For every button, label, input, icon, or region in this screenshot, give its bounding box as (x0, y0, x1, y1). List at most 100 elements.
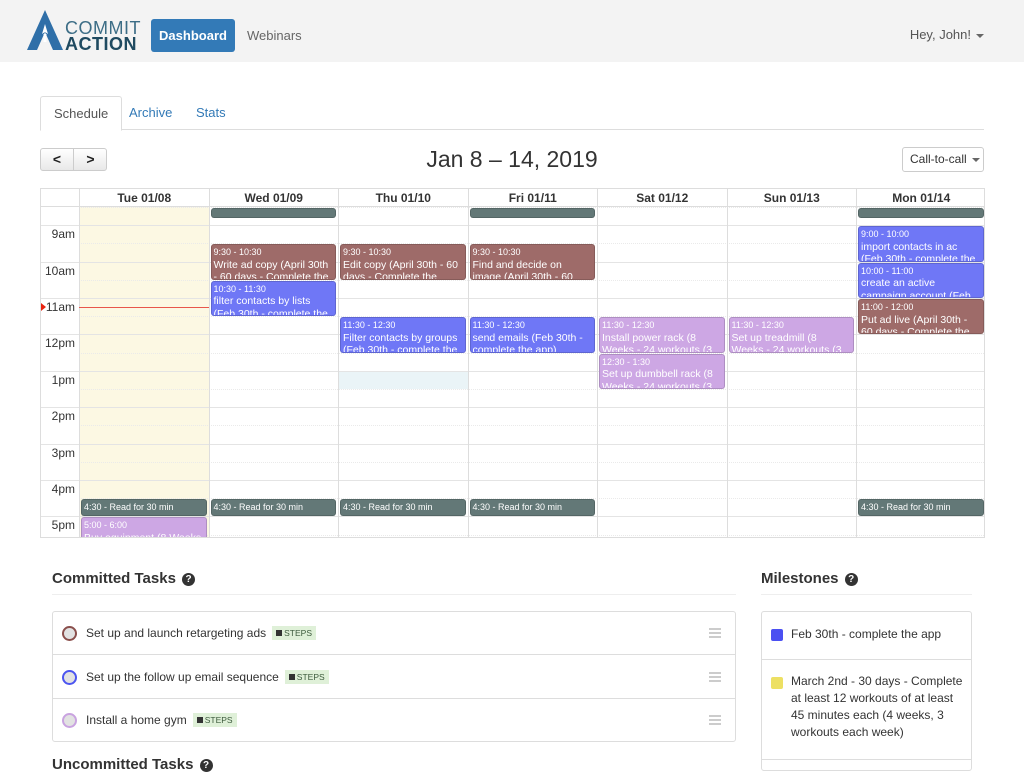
tab-schedule[interactable]: Schedule (40, 96, 123, 131)
nav-webinars[interactable]: Webinars (247, 28, 302, 43)
calendar-body[interactable]: 9am 10am 11am 12pm 1pm 2pm 3pm 4pm 5pm 9:30 - 10:… (41, 207, 984, 537)
calendar-event[interactable]: 11:30 - 12:30 Filter contacts by groups (… (340, 317, 466, 353)
steps-badge[interactable]: STEPS (284, 669, 329, 684)
divider (761, 594, 972, 595)
grid-line (79, 461, 984, 463)
calendar-event[interactable]: 11:30 - 12:30 Set up treadmill (8 Weeks -… (728, 317, 854, 353)
day-header[interactable]: Sat 01/12 (597, 189, 727, 207)
committed-tasks-title: Committed Tasks (52, 570, 176, 587)
event-title: filter contacts by lists (Feb 30th - com… (213, 295, 328, 317)
milestone-label: Feb 30th - complete the app (791, 627, 942, 641)
committed-tasks-heading: Committed Tasks ? (52, 570, 196, 587)
event-time: 11:30 - 12:30 (731, 320, 784, 331)
day-header[interactable]: Fri 01/11 (467, 189, 598, 207)
tabs: Schedule Archive Stats (40, 96, 984, 131)
note-icon (288, 673, 295, 680)
day-header[interactable]: Sun 01/13 (726, 189, 857, 207)
calendar-event[interactable] (469, 208, 595, 218)
help-icon[interactable]: ? (182, 573, 196, 586)
task-title: Install a home gym (86, 713, 187, 727)
grid-line (41, 225, 984, 227)
milestones-title: Milestones (761, 570, 839, 587)
calendar-event[interactable] (858, 208, 984, 218)
grid-line (41, 298, 984, 299)
event-title: Write ad copy (April 30th - 60 days - Co… (213, 258, 329, 280)
column-divider (467, 207, 469, 537)
calendar-day-headers: Tue 01/08 Wed 01/09 Thu 01/10 Fri 01/11 Sat … (41, 189, 984, 207)
task-title: Set up the follow up email sequence (86, 669, 279, 684)
calendar-event[interactable]: 10:30 - 11:30 filter contacts by lists (F… (210, 280, 336, 317)
help-icon[interactable]: ? (844, 573, 858, 586)
tab-archive[interactable]: Archive (116, 96, 185, 130)
nav-dashboard[interactable]: Dashboard (151, 19, 235, 52)
calendar-event[interactable]: 9:30 - 10:30 Write ad copy (April 30th - … (210, 244, 336, 280)
calendar-event[interactable]: 11:00 - 12:00 Put ad live (April 30th - 6… (858, 299, 984, 335)
calendar-event[interactable] (210, 208, 336, 218)
task-row[interactable]: Install a home gym STEPS (53, 699, 735, 742)
milestone-item[interactable]: March 2nd - 30 days - Complete at least … (762, 660, 971, 760)
column-divider (856, 207, 857, 537)
calendar-event[interactable]: 4:30 - Read for 30 min (210, 499, 336, 517)
milestone-item[interactable]: Feb 30th - complete the app (762, 612, 971, 660)
current-time-line (79, 307, 209, 309)
event-title: Set up dumbbell rack (8 Weeks - 24 worko… (602, 368, 713, 389)
drag-handle-icon[interactable] (709, 715, 721, 725)
calendar-event[interactable]: 4:30 - Read for 30 min (81, 499, 207, 517)
calendar-event[interactable]: 4:30 - Read for 30 min (858, 499, 984, 517)
event-title: Filter contacts by groups (Feb 30th - co… (343, 331, 458, 353)
calendar-event[interactable]: 9:30 - 10:30 Edit copy (April 30th - 60 d… (340, 244, 466, 280)
day-header[interactable]: Tue 01/08 (79, 189, 209, 207)
today-column (79, 207, 209, 537)
current-time-arrow-icon (41, 303, 46, 312)
event-title: import contacts in ac (Feb 30th - comple… (861, 240, 976, 262)
calendar-event[interactable]: 11:30 - 12:30 send emails (Feb 30th - com… (469, 317, 595, 353)
rocket-a-logo-icon (27, 10, 63, 50)
task-checkbox[interactable] (62, 626, 77, 641)
event-time: 11:30 - 12:30 (602, 320, 655, 331)
help-icon[interactable]: ? (199, 759, 213, 772)
grid-line (41, 407, 984, 409)
week-calendar: Tue 01/08 Wed 01/09 Thu 01/10 Fri 01/11 Sat … (40, 188, 985, 538)
calendar-event[interactable]: 4:30 - Read for 30 min (340, 499, 466, 517)
steps-label: STEPS (204, 715, 233, 725)
tab-stats[interactable]: Stats (183, 96, 239, 130)
day-header[interactable]: Thu 01/10 (338, 189, 468, 207)
steps-badge[interactable]: STEPS (272, 626, 317, 640)
view-select[interactable]: Call-to-call (902, 147, 984, 172)
time-label: 2pm (51, 409, 75, 424)
milestones-heading: Milestones ? (761, 570, 858, 587)
calendar-event[interactable]: 9:30 - 10:30 Find and decide on image (Ap… (469, 244, 595, 280)
drag-handle-icon[interactable] (709, 671, 721, 682)
calendar-event[interactable]: 9:00 - 10:00 import contacts in ac (Feb 3… (858, 226, 984, 262)
task-checkbox[interactable] (62, 713, 77, 728)
task-row[interactable]: Set up the follow up email sequence STEPS (53, 656, 735, 699)
event-title: send emails (Feb 30th - complete the app… (472, 331, 583, 353)
event-time: 9:00 - 10:00 (861, 229, 910, 240)
task-label: Set up the follow up email sequence STEPS (86, 669, 329, 684)
grid-line (79, 352, 984, 354)
task-row[interactable]: Set up and launch retargeting ads STEPS (53, 612, 735, 655)
column-divider (79, 207, 80, 537)
drag-handle-icon[interactable] (709, 628, 721, 638)
grid-line (41, 443, 984, 445)
event-time: 11:30 - 12:30 (472, 320, 525, 331)
commit-action-logo[interactable]: COMMIT ACTION (27, 10, 140, 54)
day-header[interactable]: Wed 01/09 (208, 189, 339, 207)
calendar-event[interactable]: 10:00 - 11:00 create an active campaign a… (858, 262, 984, 298)
column-divider (338, 207, 339, 537)
user-menu[interactable]: Hey, John! (910, 27, 984, 42)
event-time: 4:30 - Read for 30 min (861, 502, 951, 513)
uncommitted-tasks-title: Uncommitted Tasks (52, 756, 194, 773)
day-header[interactable]: Mon 01/14 (856, 189, 984, 207)
calendar-event[interactable]: 5:00 - 6:00Buy equipment (8 Weeks - 24 w… (81, 517, 207, 537)
grid-line (79, 425, 984, 427)
steps-badge[interactable]: STEPS (192, 713, 237, 727)
milestone-label: March 2nd - 30 days - Complete at least … (791, 674, 963, 739)
event-time: 12:30 - 1:30 (602, 356, 651, 367)
calendar-event[interactable]: 4:30 - Read for 30 min (469, 499, 595, 517)
selected-slot[interactable] (338, 370, 468, 389)
calendar-event[interactable]: 11:30 - 12:30 Install power rack (8 Weeks… (599, 317, 725, 353)
task-checkbox[interactable] (62, 669, 77, 685)
calendar-event[interactable]: 12:30 - 1:30 Set up dumbbell rack (8 Week… (599, 353, 725, 389)
calendar-title: Jan 8 – 14, 2019 (426, 146, 598, 172)
